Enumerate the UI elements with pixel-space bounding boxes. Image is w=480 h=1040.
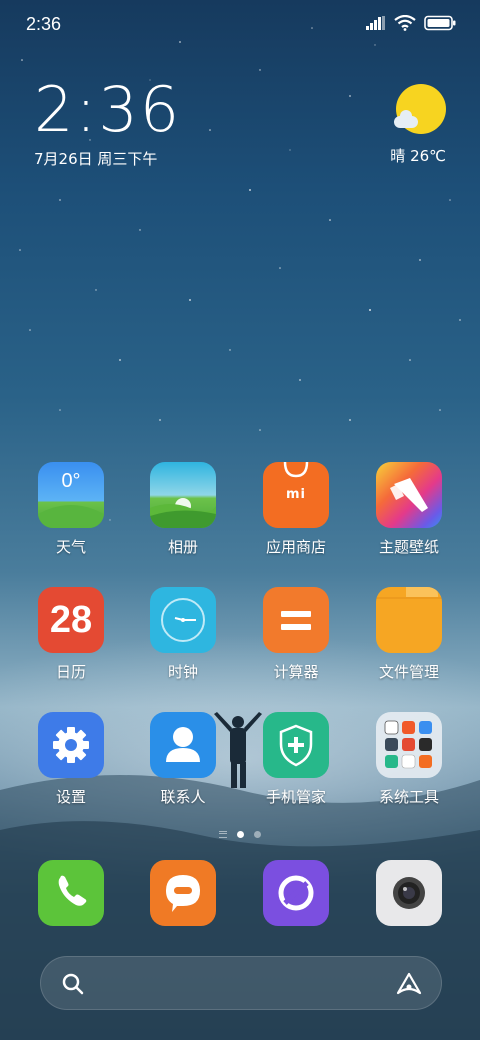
app-settings[interactable]: 设置 xyxy=(21,712,121,822)
clock-icon xyxy=(150,587,216,653)
weather-icon-temp: 0° xyxy=(61,470,81,492)
signal-icon xyxy=(366,16,385,30)
themes-icon xyxy=(376,462,442,528)
gallery-icon xyxy=(150,462,216,528)
app-contacts[interactable]: 联系人 xyxy=(133,712,233,822)
status-icons xyxy=(366,15,456,31)
camera-icon xyxy=(376,860,442,926)
app-weather[interactable]: 0° 天气 xyxy=(21,462,121,572)
page-indicator-list-icon xyxy=(219,830,227,838)
calendar-icon: 28 xyxy=(38,587,104,653)
app-label: 天气 xyxy=(55,538,86,556)
folder-system-tools[interactable]: 系统工具 xyxy=(359,712,459,822)
app-label: 相册 xyxy=(167,538,198,556)
widget-time: 2:36 xyxy=(34,73,182,146)
page-dot xyxy=(254,830,261,838)
app-file-manager[interactable]: 文件管理 xyxy=(359,587,459,697)
calendar-day: 28 xyxy=(49,599,93,641)
search-icon[interactable] xyxy=(61,972,85,996)
dock xyxy=(0,860,480,930)
weather-widget[interactable]: 晴 26℃ xyxy=(376,80,446,170)
messages-icon xyxy=(150,860,216,926)
weather-icon: 0° xyxy=(38,462,104,528)
browser-icon xyxy=(263,860,329,926)
app-row: 0° 天气 相册 mi 应用商店 主题壁纸 xyxy=(0,462,480,587)
clock-widget[interactable]: 2:36 7月26日 周三下午 xyxy=(34,78,181,169)
app-label: 联系人 xyxy=(160,788,206,806)
app-themes[interactable]: 主题壁纸 xyxy=(359,462,459,572)
widget-date: 7月26日 周三下午 xyxy=(34,150,158,168)
search-bar[interactable] xyxy=(40,956,442,1010)
app-store-logo: mi xyxy=(285,487,306,502)
app-store[interactable]: mi 应用商店 xyxy=(246,462,346,572)
status-bar: 2:36 xyxy=(0,0,480,50)
status-time: 2:36 xyxy=(26,14,62,34)
cloud-shape xyxy=(394,110,418,128)
app-label: 日历 xyxy=(55,663,86,681)
app-label: 手机管家 xyxy=(265,788,326,806)
app-calendar[interactable]: 28 日历 xyxy=(21,587,121,697)
wifi-icon xyxy=(394,15,416,31)
dock-browser[interactable] xyxy=(246,860,346,970)
phone-icon xyxy=(38,860,104,926)
settings-icon xyxy=(38,712,104,778)
app-row: 设置 联系人 手机管家 系统工具 xyxy=(0,712,480,837)
app-label: 应用商店 xyxy=(265,538,326,556)
app-clock[interactable]: 时钟 xyxy=(133,587,233,697)
app-label: 计算器 xyxy=(273,663,319,681)
weather-text: 晴 26℃ xyxy=(390,147,446,165)
dock-camera[interactable] xyxy=(359,860,459,970)
assistant-icon[interactable] xyxy=(395,971,423,997)
app-label: 时钟 xyxy=(167,663,198,681)
file-manager-icon xyxy=(376,587,442,653)
app-label: 文件管理 xyxy=(378,663,439,681)
app-gallery[interactable]: 相册 xyxy=(133,462,233,572)
app-row: 28 日历 时钟 计算器 文件管理 xyxy=(0,587,480,712)
app-store-icon: mi xyxy=(263,462,329,528)
page-indicator[interactable] xyxy=(0,828,480,840)
calculator-icon xyxy=(263,587,329,653)
app-label: 主题壁纸 xyxy=(378,538,439,556)
app-security[interactable]: 手机管家 xyxy=(246,712,346,822)
page-dot-active xyxy=(237,830,244,838)
dock-messages[interactable] xyxy=(133,860,233,970)
system-tools-folder-icon xyxy=(376,712,442,778)
dock-phone[interactable] xyxy=(21,860,121,970)
security-icon xyxy=(263,712,329,778)
battery-icon xyxy=(424,15,456,31)
app-label: 设置 xyxy=(55,788,86,806)
app-label: 系统工具 xyxy=(378,788,439,806)
app-calculator[interactable]: 计算器 xyxy=(246,587,346,697)
contacts-icon xyxy=(150,712,216,778)
